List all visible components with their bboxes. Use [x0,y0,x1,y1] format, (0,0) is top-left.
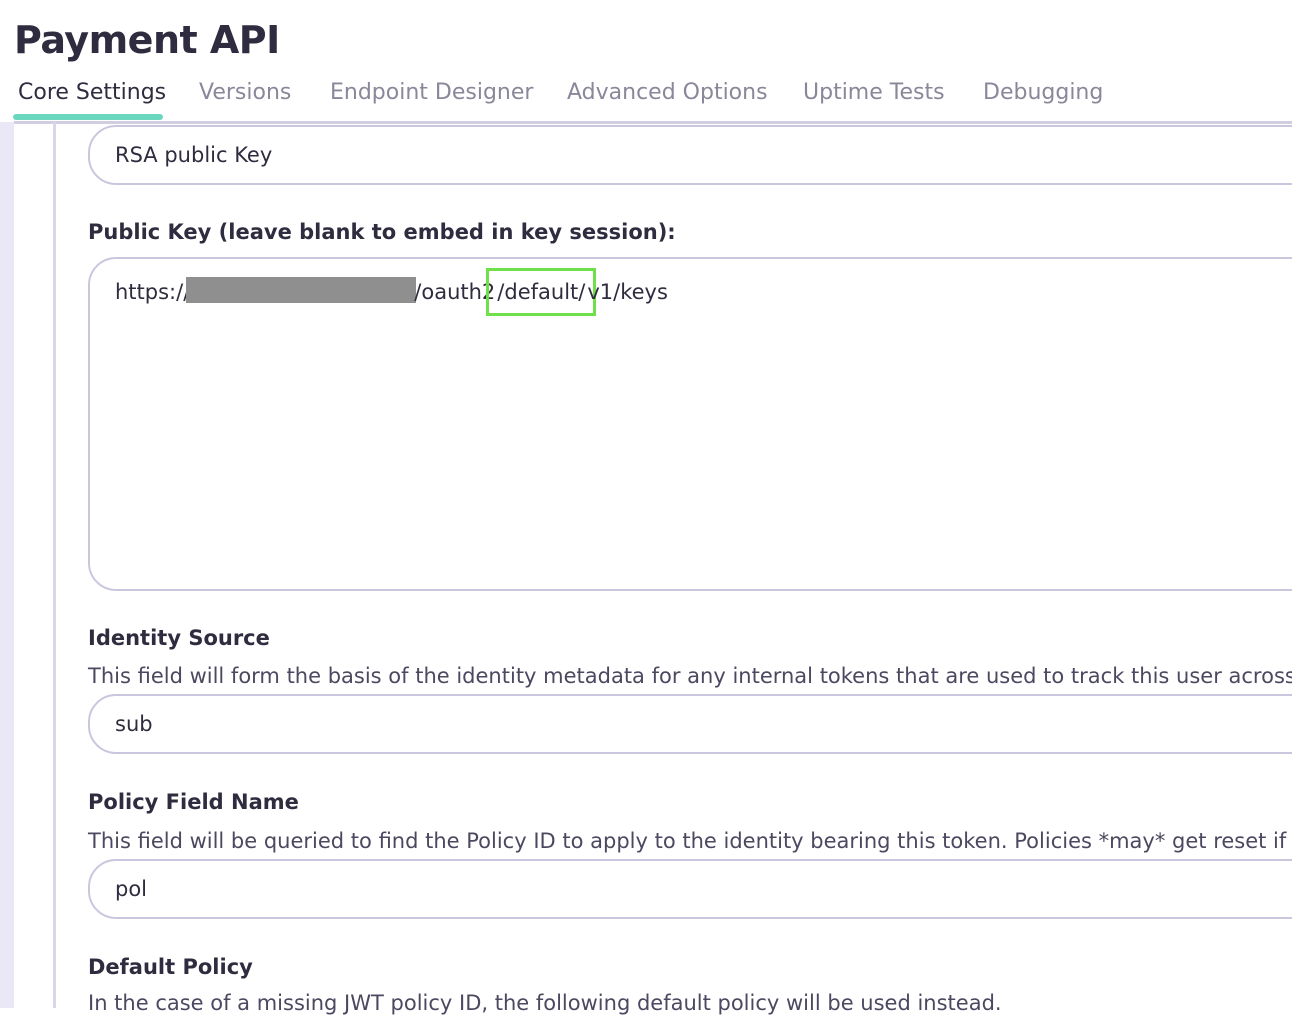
redacted-domain [186,277,417,303]
tab-uptime-tests[interactable]: Uptime Tests [803,80,945,105]
section-indent-line [53,122,56,1008]
public-key-url: https:// /oauth2/default/v1/keys [115,268,668,316]
policy-field-name-help: This field will be queried to find the P… [88,829,1292,853]
policy-field-name-input[interactable]: pol [88,859,1292,919]
public-key-label: Public Key (leave blank to embed in key … [88,220,676,244]
default-policy-label: Default Policy [88,955,253,979]
url-middle: /oauth2 [414,280,496,304]
content-top-border [14,121,1292,124]
tab-debugging[interactable]: Debugging [983,80,1103,105]
public-key-textarea[interactable]: https:// /oauth2/default/v1/keys [88,257,1292,591]
tab-bar: Core Settings Versions Endpoint Designer… [0,80,1292,122]
tab-endpoint-designer[interactable]: Endpoint Designer [330,80,533,105]
url-prefix: https:// [115,280,191,304]
identity-source-label: Identity Source [88,626,270,650]
url-suffix: v1/keys [587,280,668,304]
identity-source-help: This field will form the basis of the id… [88,664,1292,688]
tab-advanced-options[interactable]: Advanced Options [567,80,768,105]
active-tab-indicator [13,114,163,120]
tab-versions[interactable]: Versions [199,80,291,105]
page-title: Payment API [14,18,280,62]
identity-source-input[interactable]: sub [88,694,1292,754]
default-policy-help: In the case of a missing JWT policy ID, … [88,991,1002,1015]
left-panel-edge [0,122,14,1008]
policy-field-name-label: Policy Field Name [88,790,299,814]
url-highlight: /default/ [486,268,597,316]
tab-core-settings[interactable]: Core Settings [18,80,166,105]
signing-method-select[interactable]: RSA public Key [88,125,1292,185]
